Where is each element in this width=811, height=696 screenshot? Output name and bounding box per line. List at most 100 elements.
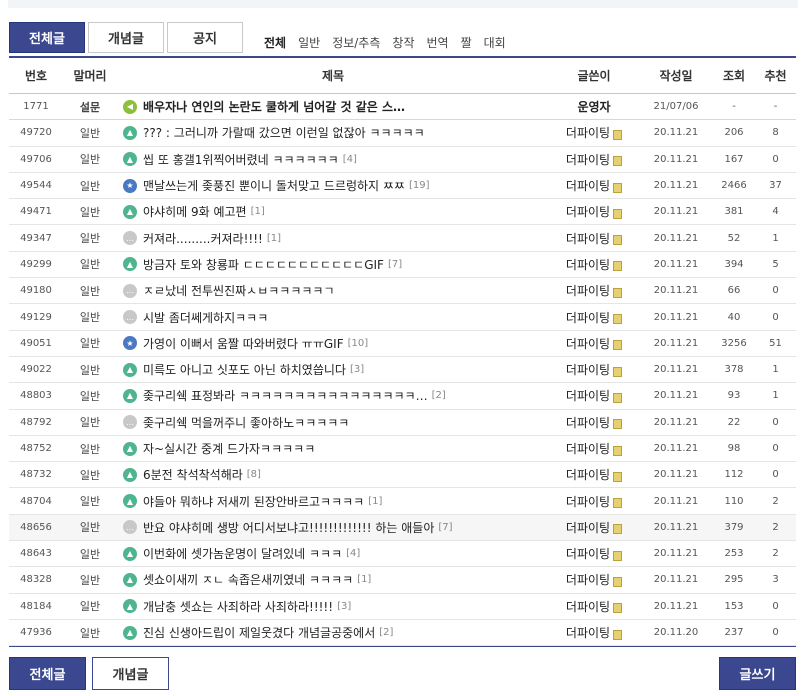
author-name[interactable]: 더파이팅 xyxy=(566,256,610,273)
post-title-cell[interactable]: … 시발 좀더쎄게하지ㅋㅋㅋ xyxy=(117,304,549,329)
category-creation[interactable]: 창작 xyxy=(392,34,414,51)
post-title-cell[interactable]: ▲ 셋쇼이새끼 ㅈㄴ 속좁은새끼였네 ㅋㅋㅋㅋ [1] xyxy=(117,567,549,592)
author-name[interactable]: 더파이팅 xyxy=(566,177,610,194)
post-title[interactable]: 좆구리쉑 먹을꺼주니 좋아하노ㅋㅋㅋㅋㅋ xyxy=(143,414,349,431)
post-row[interactable]: 48704 일반 ▲ 야들아 뭐하냐 저새끼 된장안바르고ㅋㅋㅋㅋ [1] 더파이팅 20.… xyxy=(9,488,796,515)
concept-posts-button[interactable]: 개념글 xyxy=(92,657,169,690)
post-row[interactable]: 49022 일반 ▲ 미륵도 아니고 싯포도 아닌 하치였씁니다 [3] 더파이팅 20.1… xyxy=(9,357,796,384)
category-image[interactable]: 짤 xyxy=(461,34,472,51)
reply-count[interactable]: [1] xyxy=(368,496,382,507)
author-name[interactable]: 더파이팅 xyxy=(566,387,610,404)
author-name[interactable]: 더파이팅 xyxy=(566,361,610,378)
all-posts-button[interactable]: 전체글 xyxy=(9,657,86,690)
post-title-cell[interactable]: ▲ 씹 또 홍갤1위찍어버렸네 ㅋㅋㅋㅋㅋㅋ [4] xyxy=(117,147,549,172)
post-title-cell[interactable]: ★ 맨날쓰는게 좆풍진 뿐이니 돌처맞고 드르렁하지 ㅉㅉ [19] xyxy=(117,173,549,198)
reply-count[interactable]: [1] xyxy=(357,574,371,585)
reply-count[interactable]: [2] xyxy=(432,390,446,401)
author-name[interactable]: 더파이팅 xyxy=(566,203,610,220)
post-title-cell[interactable]: ▲ 자~실시간 중계 드가자ㅋㅋㅋㅋㅋ xyxy=(117,436,549,461)
post-title-cell[interactable]: ▲ 방금자 토와 창룡파 ㄷㄷㄷㄷㄷㄷㄷㄷㄷㄷㄷGIF [7] xyxy=(117,252,549,277)
post-title-cell[interactable]: ▲ 야샤히메 9화 예고편 [1] xyxy=(117,199,549,224)
post-title[interactable]: 반요 야샤히메 생방 어디서보냐고!!!!!!!!!!!!! 하는 애들아 xyxy=(143,519,434,536)
category-all[interactable]: 전체 xyxy=(264,34,286,51)
post-title-cell[interactable]: ▲ 6분전 착석착석해라 [8] xyxy=(117,462,549,487)
post-title[interactable]: 셋쇼이새끼 ㅈㄴ 속좁은새끼였네 ㅋㅋㅋㅋ xyxy=(143,571,353,588)
reply-count[interactable]: [3] xyxy=(337,601,351,612)
post-title[interactable]: 진심 신생아드립이 제일웃겼다 개념글공중에서 xyxy=(143,624,375,641)
post-title-cell[interactable]: ▲ 이번화에 셋가놈운명이 달려있네 ㅋㅋㅋ [4] xyxy=(117,541,549,566)
author-name[interactable]: 더파이팅 xyxy=(566,309,610,326)
reply-count[interactable]: [10] xyxy=(348,338,369,349)
category-translation[interactable]: 번역 xyxy=(427,34,449,51)
category-info[interactable]: 정보/추측 xyxy=(332,34,380,51)
post-author[interactable]: 더파이팅 xyxy=(549,541,639,566)
post-title-cell[interactable]: ▲ ??? : 그러니까 가랄때 갔으면 이런일 없잖아 ㅋㅋㅋㅋㅋ xyxy=(117,120,549,145)
author-name[interactable]: 더파이팅 xyxy=(566,624,610,641)
author-name[interactable]: 더파이팅 xyxy=(566,282,610,299)
author-name[interactable]: 더파이팅 xyxy=(566,571,610,588)
post-author[interactable]: 더파이팅 xyxy=(549,436,639,461)
post-author[interactable]: 더파이팅 xyxy=(549,462,639,487)
author-name[interactable]: 더파이팅 xyxy=(566,440,610,457)
category-contest[interactable]: 대회 xyxy=(484,34,506,51)
author-name[interactable]: 더파이팅 xyxy=(566,335,610,352)
post-title[interactable]: 가영이 이뻐서 움짤 따와버렸다 ㅠㅠGIF xyxy=(143,335,344,352)
post-title[interactable]: 맨날쓰는게 좆풍진 뿐이니 돌처맞고 드르렁하지 ㅉㅉ xyxy=(143,177,405,194)
tab-concept[interactable]: 개념글 xyxy=(88,22,164,53)
post-title[interactable]: 커져라.........커져라!!!! xyxy=(143,230,263,247)
reply-count[interactable]: [1] xyxy=(267,233,281,244)
post-author[interactable]: 더파이팅 xyxy=(549,620,639,645)
post-title[interactable]: 6분전 착석착석해라 xyxy=(143,466,243,483)
tab-all[interactable]: 전체글 xyxy=(9,22,85,53)
post-row[interactable]: 49544 일반 ★ 맨날쓰는게 좆풍진 뿐이니 돌처맞고 드르렁하지 ㅉㅉ [19] 더… xyxy=(9,173,796,200)
post-author[interactable]: 더파이팅 xyxy=(549,488,639,513)
reply-count[interactable]: [3] xyxy=(350,364,364,375)
post-row[interactable]: 49706 일반 ▲ 씹 또 홍갤1위찍어버렸네 ㅋㅋㅋㅋㅋㅋ [4] 더파이팅 20.11… xyxy=(9,147,796,173)
post-title[interactable]: 좆구리쉑 표정봐라 ㅋㅋㅋㅋㅋㅋㅋㅋㅋㅋㅋㅋㅋㅋㅋㅋ… xyxy=(143,387,428,404)
post-row[interactable]: 48752 일반 ▲ 자~실시간 중계 드가자ㅋㅋㅋㅋㅋ 더파이팅 20.11.21 98 0 xyxy=(9,436,796,463)
post-author[interactable]: 더파이팅 xyxy=(549,331,639,356)
reply-count[interactable]: [1] xyxy=(251,206,265,217)
post-title-cell[interactable]: ◀ 배우자나 연인의 논란도 쿨하게 넘어갈 것 같은 스… xyxy=(117,94,549,119)
author-name[interactable]: 더파이팅 xyxy=(566,519,610,536)
post-author[interactable]: 더파이팅 xyxy=(549,278,639,303)
post-row[interactable]: 48328 일반 ▲ 셋쇼이새끼 ㅈㄴ 속좁은새끼였네 ㅋㅋㅋㅋ [1] 더파이팅 20.1… xyxy=(9,567,796,594)
reply-count[interactable]: [4] xyxy=(343,154,357,165)
post-row[interactable]: 48732 일반 ▲ 6분전 착석착석해라 [8] 더파이팅 20.11.21 112 0 xyxy=(9,462,796,489)
post-title-cell[interactable]: … 반요 야샤히메 생방 어디서보냐고!!!!!!!!!!!!! 하는 애들아 [7… xyxy=(117,515,549,540)
post-author[interactable]: 더파이팅 xyxy=(549,199,639,224)
post-title-cell[interactable]: ▲ 개남충 셋쇼는 사죄하라 사죄하라!!!!! [3] xyxy=(117,594,549,619)
post-author[interactable]: 더파이팅 xyxy=(549,173,639,198)
reply-count[interactable]: [8] xyxy=(247,469,261,480)
author-name[interactable]: 더파이팅 xyxy=(566,598,610,615)
post-row[interactable]: 49347 일반 … 커져라.........커져라!!!! [1] 더파이팅 20.11.… xyxy=(9,225,796,252)
post-title[interactable]: 개남충 셋쇼는 사죄하라 사죄하라!!!!! xyxy=(143,598,333,615)
post-title-cell[interactable]: ▲ 진심 신생아드립이 제일웃겼다 개념글공중에서 [2] xyxy=(117,620,549,645)
post-title[interactable]: ㅈㄹ났네 전투씬진짜ㅅㅂㅋㅋㅋㅋㅋㄱ xyxy=(143,282,335,299)
post-author[interactable]: 운영자 xyxy=(549,94,639,119)
post-row[interactable]: 49471 일반 ▲ 야샤히메 9화 예고편 [1] 더파이팅 20.11.21 381 4 xyxy=(9,199,796,226)
post-row[interactable]: 49720 일반 ▲ ??? : 그러니까 가랄때 갔으면 이런일 없잖아 ㅋㅋㅋㅋㅋ… xyxy=(9,120,796,147)
author-name[interactable]: 더파이팅 xyxy=(566,151,610,168)
post-row[interactable]: 48643 일반 ▲ 이번화에 셋가놈운명이 달려있네 ㅋㅋㅋ [4] 더파이팅 20.11… xyxy=(9,541,796,568)
post-title-cell[interactable]: ▲ 좆구리쉑 표정봐라 ㅋㅋㅋㅋㅋㅋㅋㅋㅋㅋㅋㅋㅋㅋㅋㅋ… [2] xyxy=(117,383,549,408)
post-row[interactable]: 48803 일반 ▲ 좆구리쉑 표정봐라 ㅋㅋㅋㅋㅋㅋㅋㅋㅋㅋㅋㅋㅋㅋㅋㅋ… [2] 더파… xyxy=(9,383,796,410)
post-row[interactable]: 49299 일반 ▲ 방금자 토와 창룡파 ㄷㄷㄷㄷㄷㄷㄷㄷㄷㄷㄷGIF [7] 더파이팅… xyxy=(9,252,796,279)
post-title-cell[interactable]: … 커져라.........커져라!!!! [1] xyxy=(117,225,549,250)
reply-count[interactable]: [2] xyxy=(379,627,393,638)
post-title[interactable]: 이번화에 셋가놈운명이 달려있네 ㅋㅋㅋ xyxy=(143,545,342,562)
post-author[interactable]: 더파이팅 xyxy=(549,120,639,145)
post-author[interactable]: 더파이팅 xyxy=(549,594,639,619)
author-name[interactable]: 더파이팅 xyxy=(566,493,610,510)
notice-row[interactable]: 1771 설문 ◀ 배우자나 연인의 논란도 쿨하게 넘어갈 것 같은 스… 운… xyxy=(9,94,796,121)
post-author[interactable]: 더파이팅 xyxy=(549,410,639,435)
post-author[interactable]: 더파이팅 xyxy=(549,147,639,172)
post-author[interactable]: 더파이팅 xyxy=(549,567,639,592)
post-title-cell[interactable]: ▲ 미륵도 아니고 싯포도 아닌 하치였씁니다 [3] xyxy=(117,357,549,382)
post-title[interactable]: 야샤히메 9화 예고편 xyxy=(143,203,247,220)
post-title-cell[interactable]: ★ 가영이 이뻐서 움짤 따와버렸다 ㅠㅠGIF [10] xyxy=(117,331,549,356)
post-title[interactable]: 시발 좀더쎄게하지ㅋㅋㅋ xyxy=(143,309,268,326)
post-row[interactable]: 48792 일반 … 좆구리쉑 먹을꺼주니 좋아하노ㅋㅋㅋㅋㅋ 더파이팅 20.11.21… xyxy=(9,410,796,436)
author-name[interactable]: 더파이팅 xyxy=(566,466,610,483)
post-author[interactable]: 더파이팅 xyxy=(549,252,639,277)
